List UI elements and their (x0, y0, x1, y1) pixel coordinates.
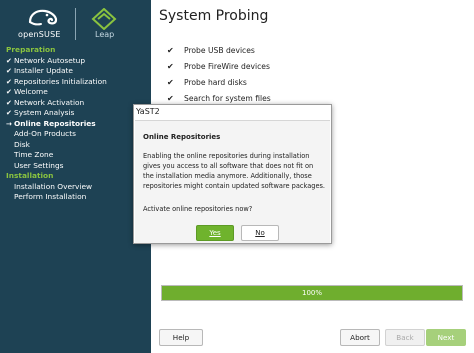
dialog-message-line: Enabling the online repositories during … (143, 152, 310, 160)
probe-steps-list: ✔ Probe USB devices ✔ Probe FireWire dev… (167, 43, 271, 107)
page-title: System Probing (159, 8, 269, 24)
nav-item-welcome: ✔ Welcome (0, 87, 151, 98)
nav-item-label: Perform Installation (14, 192, 87, 201)
arrow-right-icon: → (6, 119, 12, 128)
checkmark-icon: ✔ (167, 62, 174, 71)
progress-label: 100% (301, 289, 322, 297)
no-button[interactable]: No (241, 225, 279, 241)
nav-item-label: Time Zone (14, 150, 54, 159)
dialog-message: Enabling the online repositories during … (143, 151, 327, 191)
leap-diamond-icon (91, 7, 117, 31)
nav-item-repositories-initialization: ✔ Repositories Initialization (0, 77, 151, 88)
nav-item-online-repositories: → Online Repositories (0, 119, 151, 130)
step-label: Probe hard disks (184, 78, 247, 87)
nav-item-label: Repositories Initialization (14, 76, 107, 86)
nav-item-label: Network Activation (14, 97, 85, 107)
nav-item-label: System Analysis (14, 108, 75, 117)
nav-item-perform-installation: Perform Installation (0, 192, 151, 203)
nav-item-label: Installation Overview (14, 181, 93, 191)
opensuse-logo: openSUSE (18, 8, 70, 42)
nav-item-label: Add-On Products (14, 129, 76, 138)
logo-area: openSUSE Leap (0, 0, 151, 44)
leap-logo: Leap (90, 7, 118, 42)
nav-item-network-autosetup: ✔ Network Autosetup (0, 56, 151, 67)
nav-item-user-settings: User Settings (0, 161, 151, 172)
nav-item-network-activation: ✔ Network Activation (0, 98, 151, 109)
nav-item-installation-overview: Installation Overview (0, 182, 151, 193)
checkmark-icon: ✔ (6, 77, 12, 86)
dialog-heading: Online Repositories (143, 133, 221, 141)
checkmark-icon: ✔ (6, 56, 12, 65)
progress-bar: 100% (161, 285, 463, 301)
dialog-question: Activate online repositories now? (143, 205, 253, 213)
list-item: ✔ Probe USB devices (167, 43, 271, 59)
nav-item-installer-update: ✔ Installer Update (0, 66, 151, 77)
installation-steps-nav: Preparation ✔ Network Autosetup ✔ Instal… (0, 45, 151, 203)
abort-button[interactable]: Abort (340, 329, 380, 346)
next-button[interactable]: Next (426, 329, 466, 346)
nav-section-preparation: Preparation (6, 45, 56, 54)
checkmark-icon: ✔ (6, 98, 12, 107)
leap-brand-text: Leap (95, 30, 115, 39)
step-label: Probe FireWire devices (184, 62, 270, 71)
nav-item-label: Welcome (14, 87, 48, 96)
step-label: Probe USB devices (184, 46, 255, 55)
list-item: ✔ Probe FireWire devices (167, 59, 271, 75)
dialog-message-line: repositories might contain updated softw… (143, 182, 326, 190)
checkmark-icon: ✔ (167, 46, 174, 55)
nav-item-label: Disk (14, 139, 30, 149)
nav-item-label: Installer Update (14, 66, 73, 75)
dialog-message-line: gives you access to all software that do… (143, 162, 314, 170)
back-button[interactable]: Back (385, 329, 425, 346)
nav-item-add-on-products: Add-On Products (0, 129, 151, 140)
help-button[interactable]: Help (159, 329, 203, 346)
nav-section-installation: Installation (6, 171, 54, 180)
online-repositories-dialog: YaST2 Online Repositories Enabling the o… (133, 104, 332, 244)
nav-item-label: Online Repositories (14, 118, 96, 128)
nav-item-label: Network Autosetup (14, 55, 86, 65)
checkmark-icon: ✔ (167, 78, 174, 87)
logo-divider (75, 8, 76, 40)
checkmark-icon: ✔ (6, 67, 12, 75)
sidebar: openSUSE Leap Preparation ✔ Network Auto… (0, 0, 151, 353)
list-item: ✔ Probe hard disks (167, 75, 271, 91)
chameleon-icon (28, 9, 58, 26)
nav-item-time-zone: Time Zone (0, 150, 151, 161)
dialog-title: YaST2 (136, 107, 160, 116)
checkmark-icon: ✔ (6, 88, 12, 96)
nav-item-disk: Disk (0, 140, 151, 151)
opensuse-brand-text: openSUSE (18, 30, 61, 39)
nav-item-label: User Settings (14, 160, 64, 170)
dialog-panel: Online Repositories Enabling the online … (135, 120, 330, 243)
nav-item-system-analysis: ✔ System Analysis (0, 108, 151, 119)
checkmark-icon: ✔ (6, 109, 12, 117)
dialog-message-line: the installation media anymore. Addition… (143, 172, 312, 180)
yes-button[interactable]: Yes (196, 225, 234, 241)
